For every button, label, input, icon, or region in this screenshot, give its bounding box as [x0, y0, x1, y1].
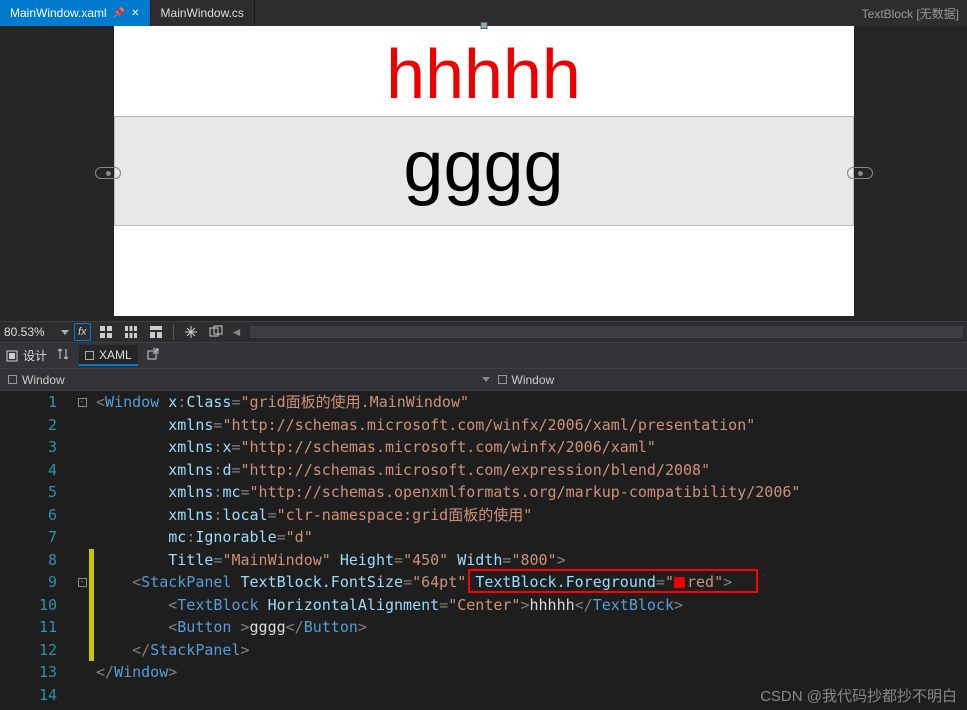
tab-mainwindow-cs[interactable]: MainWindow.cs	[151, 0, 255, 26]
designer-surface-area[interactable]: hhhhh gggg	[0, 26, 967, 321]
separator	[173, 324, 174, 340]
zoom-level-dropdown[interactable]: 80.53%	[4, 325, 56, 339]
grid-6-icon[interactable]	[121, 322, 141, 342]
design-pane-button[interactable]: 设计	[6, 347, 47, 364]
xaml-code-editor[interactable]: 1234567891011121314 -- <Window x:Class="…	[0, 391, 967, 710]
popout-icon[interactable]	[147, 348, 159, 363]
swap-panes-icon[interactable]	[56, 347, 70, 364]
chevron-down-icon[interactable]	[61, 330, 69, 335]
preview-button[interactable]: gggg	[114, 116, 854, 226]
adorner-right-icon[interactable]	[847, 167, 873, 179]
designer-zoom-toolbar: 80.53% fx ◄	[0, 321, 967, 343]
breadcrumb-left[interactable]: Window	[0, 373, 73, 387]
xaml-square-icon	[85, 351, 94, 360]
adorner-left-icon[interactable]	[95, 167, 121, 179]
tab-label: MainWindow.cs	[161, 6, 244, 20]
resize-handle-top[interactable]	[480, 22, 487, 29]
xaml-pane-button[interactable]: XAML	[79, 345, 138, 366]
preview-textblock[interactable]: hhhhh	[114, 26, 854, 114]
overlay-icon[interactable]	[206, 322, 226, 342]
layout-icon[interactable]	[146, 322, 166, 342]
selection-context-label: TextBlock [无数据]	[862, 5, 967, 22]
xaml-breadcrumb-bar: Window Window	[0, 369, 967, 391]
tab-mainwindow-xaml[interactable]: MainWindow.xaml 📌 ✕	[0, 0, 151, 26]
element-cube-icon	[498, 375, 507, 384]
color-swatch-red-icon	[674, 577, 685, 588]
snap-icon[interactable]	[181, 322, 201, 342]
grid-4-icon[interactable]	[96, 322, 116, 342]
pin-icon[interactable]: 📌	[113, 8, 125, 19]
design-window-preview[interactable]: hhhhh gggg	[114, 26, 854, 316]
element-cube-icon	[8, 375, 17, 384]
effects-toggle-icon[interactable]: fx	[74, 323, 91, 341]
chevron-down-icon[interactable]	[482, 377, 490, 382]
close-icon[interactable]: ✕	[131, 8, 139, 19]
code-text-area[interactable]: <Window x:Class="grid面板的使用.MainWindow" x…	[94, 391, 967, 710]
scroll-left-icon[interactable]: ◄	[231, 325, 245, 339]
line-number-gutter: 1234567891011121314	[0, 391, 75, 710]
design-xaml-split-bar: 设计 XAML	[0, 343, 967, 369]
horizontal-scrollbar[interactable]	[250, 326, 963, 338]
outlining-margin[interactable]: --	[75, 391, 89, 710]
breadcrumb-right[interactable]: Window	[490, 373, 563, 387]
tab-label: MainWindow.xaml	[10, 6, 107, 20]
watermark-text: CSDN @我代码抄都抄不明白	[760, 685, 957, 706]
preview-button-label: gggg	[115, 117, 853, 217]
